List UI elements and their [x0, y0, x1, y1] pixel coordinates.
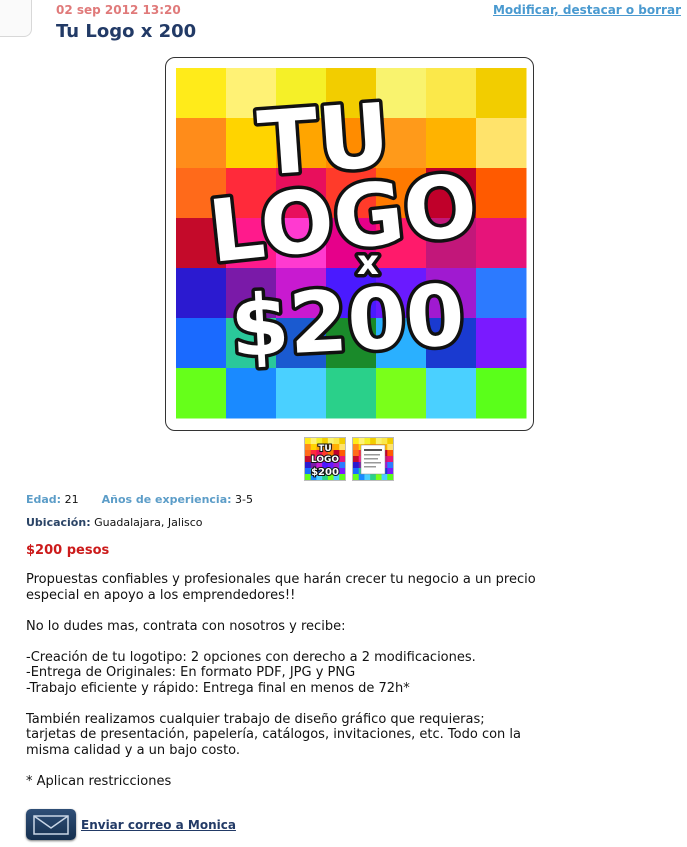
- svg-text:$200: $200: [311, 467, 339, 478]
- location-label: Ubicación:: [26, 516, 91, 529]
- location-row: Ubicación: Guadalajara, Jalisco: [26, 516, 203, 529]
- thumbnail-2[interactable]: [352, 437, 394, 481]
- image-text-price: $200: [228, 266, 467, 376]
- description-item: -Entrega de Originales: En formato PDF, …: [26, 665, 356, 680]
- description-item: -Trabajo eficiente y rápido: Entrega fin…: [26, 680, 410, 696]
- age-value: 21: [64, 493, 79, 506]
- post-date: 02 sep 2012 13:20: [56, 3, 181, 17]
- send-email-link[interactable]: Enviar correo a Monica: [81, 818, 236, 832]
- description: Propuestas confiables y profesionales qu…: [26, 572, 536, 789]
- main-product-image[interactable]: TU LOGO x $200: [165, 57, 534, 431]
- contact-button[interactable]: Enviar correo a Monica: [26, 809, 236, 840]
- location-value: Guadalajara, Jalisco: [94, 516, 203, 529]
- svg-text:TU: TU: [318, 444, 331, 454]
- price: $200 pesos: [26, 543, 110, 558]
- svg-text:LOGO: LOGO: [311, 455, 339, 465]
- envelope-icon[interactable]: [26, 809, 76, 840]
- page-title: Tu Logo x 200: [56, 21, 197, 42]
- thumbnail-1[interactable]: TU LOGO $200: [304, 437, 346, 481]
- description-extra: También realizamos cualquier trabajo de …: [26, 711, 522, 758]
- experience-value: 3-5: [235, 493, 253, 506]
- image-thumbnails: TU LOGO $200: [304, 437, 394, 481]
- description-intro: Propuestas confiables y profesionales qu…: [26, 572, 536, 603]
- description-call: No lo dudes mas, contrata con nosotros y…: [26, 618, 346, 634]
- description-item: -Creación de tu logotipo: 2 opciones con…: [26, 649, 476, 665]
- logo-offer-graphic: TU LOGO x $200: [176, 68, 527, 419]
- age-experience-row: Edad: 21 Años de experiencia: 3-5: [26, 493, 253, 506]
- age-label: Edad:: [26, 493, 62, 506]
- edit-post-link[interactable]: Modificar, destacar o borrar: [493, 3, 681, 17]
- experience-label: Años de experiencia:: [101, 493, 232, 506]
- description-note: * Aplican restricciones: [26, 773, 172, 789]
- avatar-corner: [0, 0, 32, 37]
